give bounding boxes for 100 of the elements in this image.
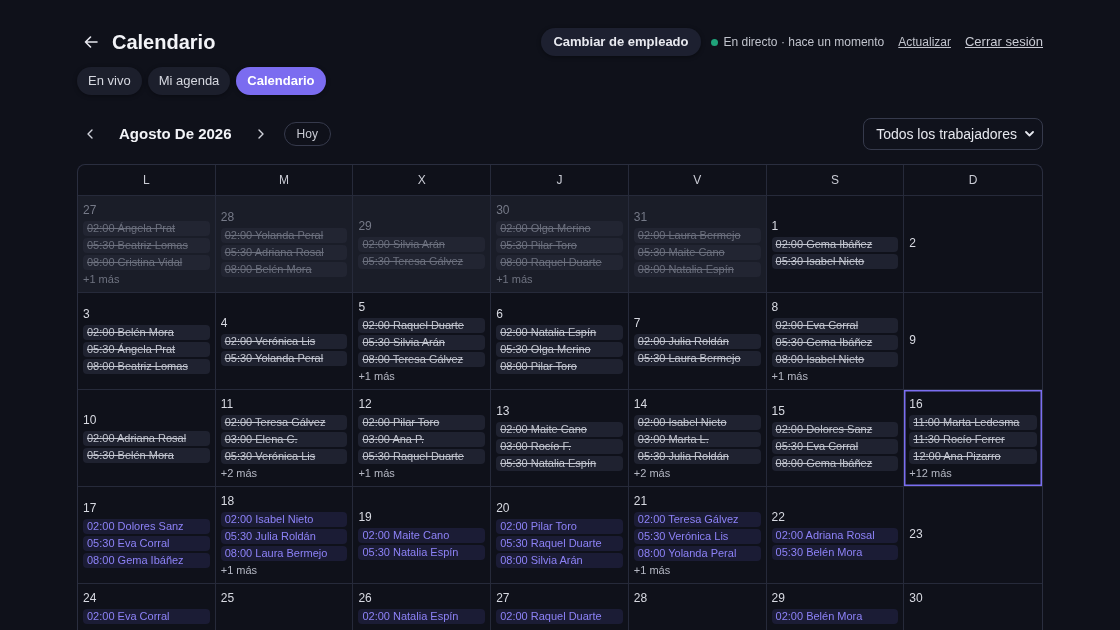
shift-entry[interactable]: 02:00 Isabel Nieto: [220, 511, 348, 527]
shift-entry[interactable]: 02:00 Eva Corral: [771, 317, 899, 333]
nav-tab[interactable]: Calendario: [236, 67, 326, 95]
more-shifts-link[interactable]: +1 más: [220, 562, 258, 578]
chevron-right-icon[interactable]: [257, 129, 264, 139]
shift-entry[interactable]: 08:00 Beatriz Lomas: [83, 359, 210, 374]
shift-entry[interactable]: 05:30 Eva Corral: [771, 439, 899, 454]
worker-filter-select[interactable]: Todos los trabajadores: [863, 118, 1043, 150]
shift-entry[interactable]: 05:30 Natalia Espín: [496, 456, 623, 471]
shift-entry[interactable]: 08:00 Pilar Toro: [496, 359, 623, 374]
calendar-day[interactable]: 27 02:00 Ángela Prat 05:30 Beatriz Lomas 08:00 Cristina Vidal +1 más: [78, 196, 216, 292]
calendar-day[interactable]: 30 02:00 Olga Merino 05:30 Pilar Toro 08:00 Raquel Duarte +1 más: [491, 196, 629, 292]
calendar-day[interactable]: 7 02:00 Julia Roldán 05:30 Laura Bermejo: [628, 293, 767, 389]
shift-entry[interactable]: 08:00 Gema Ibáñez: [771, 456, 899, 471]
shift-entry[interactable]: 05:30 Laura Bermejo: [633, 350, 761, 366]
shift-entry[interactable]: 05:30 Raquel Duarte: [496, 536, 623, 551]
shift-entry[interactable]: 02:00 Adriana Rosal: [771, 527, 899, 543]
more-shifts-link[interactable]: +2 más: [220, 465, 258, 481]
more-shifts-link[interactable]: +1 más: [83, 271, 120, 287]
shift-entry[interactable]: 08:00 Gema Ibáñez: [83, 553, 210, 568]
shift-entry[interactable]: 08:00 Yolanda Peral: [633, 545, 761, 561]
shift-entry[interactable]: 02:00 Julia Roldán: [633, 333, 761, 349]
shift-entry[interactable]: 05:30 Julia Roldán: [220, 528, 348, 544]
calendar-day[interactable]: 23: [904, 487, 1042, 583]
shift-entry[interactable]: 02:00 Natalia Espín: [496, 325, 623, 340]
shift-entry[interactable]: 03:00 Ana P.: [358, 431, 486, 447]
back-arrow-icon[interactable]: [84, 36, 98, 48]
refresh-link[interactable]: Actualizar: [898, 33, 951, 51]
shift-entry[interactable]: 05:30 Verónica Lis: [220, 448, 348, 464]
shift-entry[interactable]: 11:00 Marta Ledesma: [909, 414, 1037, 430]
calendar-day[interactable]: 21 02:00 Teresa Gálvez 05:30 Verónica Lis 08:00 Yolanda Peral +1 más: [628, 487, 767, 583]
shift-entry[interactable]: 05:30 Belén Mora: [771, 544, 899, 560]
shift-entry[interactable]: 05:30 Yolanda Peral: [220, 350, 348, 366]
more-shifts-link[interactable]: +12 más: [909, 465, 952, 481]
calendar-day[interactable]: 24 02:00 Eva Corral: [78, 584, 216, 630]
calendar-day[interactable]: 27 02:00 Raquel Duarte: [491, 584, 629, 630]
shift-entry[interactable]: 02:00 Maite Cano: [496, 422, 623, 437]
shift-entry[interactable]: 05:30 Natalia Espín: [358, 544, 486, 560]
shift-entry[interactable]: 05:30 Silvia Arán: [358, 334, 486, 350]
logout-link[interactable]: Cerrar sesión: [964, 32, 1043, 52]
shift-entry[interactable]: 05:30 Gema Ibáñez: [771, 334, 899, 350]
calendar-day[interactable]: 12 02:00 Pilar Toro 03:00 Ana P. 05:30 Raquel Duarte +1 más: [353, 390, 492, 486]
calendar-day[interactable]: 4 02:00 Verónica Lis 05:30 Yolanda Peral: [215, 293, 354, 389]
calendar-day[interactable]: 15 02:00 Dolores Sanz 05:30 Eva Corral 08:00 Gema Ibáñez: [766, 390, 905, 486]
shift-entry[interactable]: 08:00 Isabel Nieto: [771, 351, 899, 367]
shift-entry[interactable]: 11:30 Rocío Ferrer: [909, 431, 1037, 447]
calendar-day[interactable]: 8 02:00 Eva Corral 05:30 Gema Ibáñez 08:00 Isabel Nieto +1 más: [766, 293, 905, 389]
shift-entry[interactable]: 02:00 Raquel Duarte: [358, 317, 486, 333]
calendar-day[interactable]: 16 11:00 Marta Ledesma 11:30 Rocío Ferrer 12:00 Ana Pizarro +12 más: [904, 390, 1042, 486]
shift-entry[interactable]: 02:00 Verónica Lis: [220, 333, 348, 349]
shift-entry[interactable]: 02:00 Adriana Rosal: [83, 430, 210, 446]
shift-entry[interactable]: 05:30 Isabel Nieto: [771, 253, 899, 269]
more-shifts-link[interactable]: +1 más: [496, 271, 533, 287]
more-shifts-link[interactable]: +1 más: [771, 368, 808, 384]
nav-tab[interactable]: Mi agenda: [147, 67, 231, 95]
calendar-day[interactable]: 28: [628, 584, 767, 630]
shift-entry[interactable]: 05:30 Ángela Prat: [83, 342, 210, 357]
calendar-day[interactable]: 2: [904, 196, 1042, 292]
calendar-day[interactable]: 1 02:00 Gema Ibáñez 05:30 Isabel Nieto: [766, 196, 905, 292]
shift-entry[interactable]: 03:00 Marta L.: [633, 431, 761, 447]
more-shifts-link[interactable]: +1 más: [358, 465, 395, 481]
calendar-day[interactable]: 25: [215, 584, 354, 630]
shift-entry[interactable]: 05:30 Julia Roldán: [633, 448, 761, 464]
calendar-day[interactable]: 20 02:00 Pilar Toro 05:30 Raquel Duarte 08:00 Silvia Arán: [491, 487, 629, 583]
shift-entry[interactable]: 12:00 Ana Pizarro: [909, 448, 1037, 464]
calendar-day[interactable]: 18 02:00 Isabel Nieto 05:30 Julia Roldán 08:00 Laura Bermejo +1 más: [215, 487, 354, 583]
shift-entry[interactable]: 08:00 Silvia Arán: [496, 553, 623, 568]
calendar-day[interactable]: 19 02:00 Maite Cano 05:30 Natalia Espín: [353, 487, 492, 583]
calendar-day[interactable]: 3 02:00 Belén Mora 05:30 Ángela Prat 08:00 Beatriz Lomas: [78, 293, 216, 389]
shift-entry[interactable]: 02:00 Belén Mora: [771, 609, 899, 624]
shift-entry[interactable]: 02:00 Natalia Espín: [358, 609, 486, 624]
shift-entry[interactable]: 02:00 Maite Cano: [358, 527, 486, 543]
shift-entry[interactable]: 05:30 Raquel Duarte: [358, 448, 486, 464]
shift-entry[interactable]: 02:00 Teresa Gálvez: [633, 511, 761, 527]
shift-entry[interactable]: 05:30 Eva Corral: [83, 536, 210, 551]
calendar-day[interactable]: 22 02:00 Adriana Rosal 05:30 Belén Mora: [766, 487, 905, 583]
calendar-day[interactable]: 5 02:00 Raquel Duarte 05:30 Silvia Arán 08:00 Teresa Gálvez +1 más: [353, 293, 492, 389]
nav-tab[interactable]: En vivo: [77, 67, 142, 95]
shift-entry[interactable]: 02:00 Pilar Toro: [496, 519, 623, 534]
shift-entry[interactable]: 02:00 Teresa Gálvez: [220, 414, 348, 430]
calendar-day[interactable]: 9: [904, 293, 1042, 389]
shift-entry[interactable]: 05:30 Belén Mora: [83, 447, 210, 463]
calendar-day[interactable]: 10 02:00 Adriana Rosal 05:30 Belén Mora: [78, 390, 216, 486]
calendar-day[interactable]: 13 02:00 Maite Cano 03:00 Rocío F. 05:30 Natalia Espín: [491, 390, 629, 486]
shift-entry[interactable]: 02:00 Dolores Sanz: [771, 422, 899, 437]
switch-employee-button[interactable]: Cambiar de empleado: [541, 28, 701, 56]
shift-entry[interactable]: 02:00 Gema Ibáñez: [771, 236, 899, 252]
shift-entry[interactable]: 05:30 Verónica Lis: [633, 528, 761, 544]
shift-entry[interactable]: 02:00 Isabel Nieto: [633, 414, 761, 430]
shift-entry[interactable]: 03:00 Elena C.: [220, 431, 348, 447]
more-shifts-link[interactable]: +2 más: [633, 465, 671, 481]
more-shifts-link[interactable]: +1 más: [358, 368, 395, 384]
calendar-day[interactable]: 11 02:00 Teresa Gálvez 03:00 Elena C. 05:30 Verónica Lis +2 más: [215, 390, 354, 486]
shift-entry[interactable]: 05:30 Olga Merino: [496, 342, 623, 357]
chevron-left-icon[interactable]: [87, 129, 93, 139]
calendar-day[interactable]: 17 02:00 Dolores Sanz 05:30 Eva Corral 08:00 Gema Ibáñez: [78, 487, 216, 583]
shift-entry[interactable]: 02:00 Belén Mora: [83, 325, 210, 340]
calendar-day[interactable]: 30: [904, 584, 1042, 630]
shift-entry[interactable]: 02:00 Raquel Duarte: [496, 609, 623, 624]
shift-entry[interactable]: 08:00 Laura Bermejo: [220, 545, 348, 561]
